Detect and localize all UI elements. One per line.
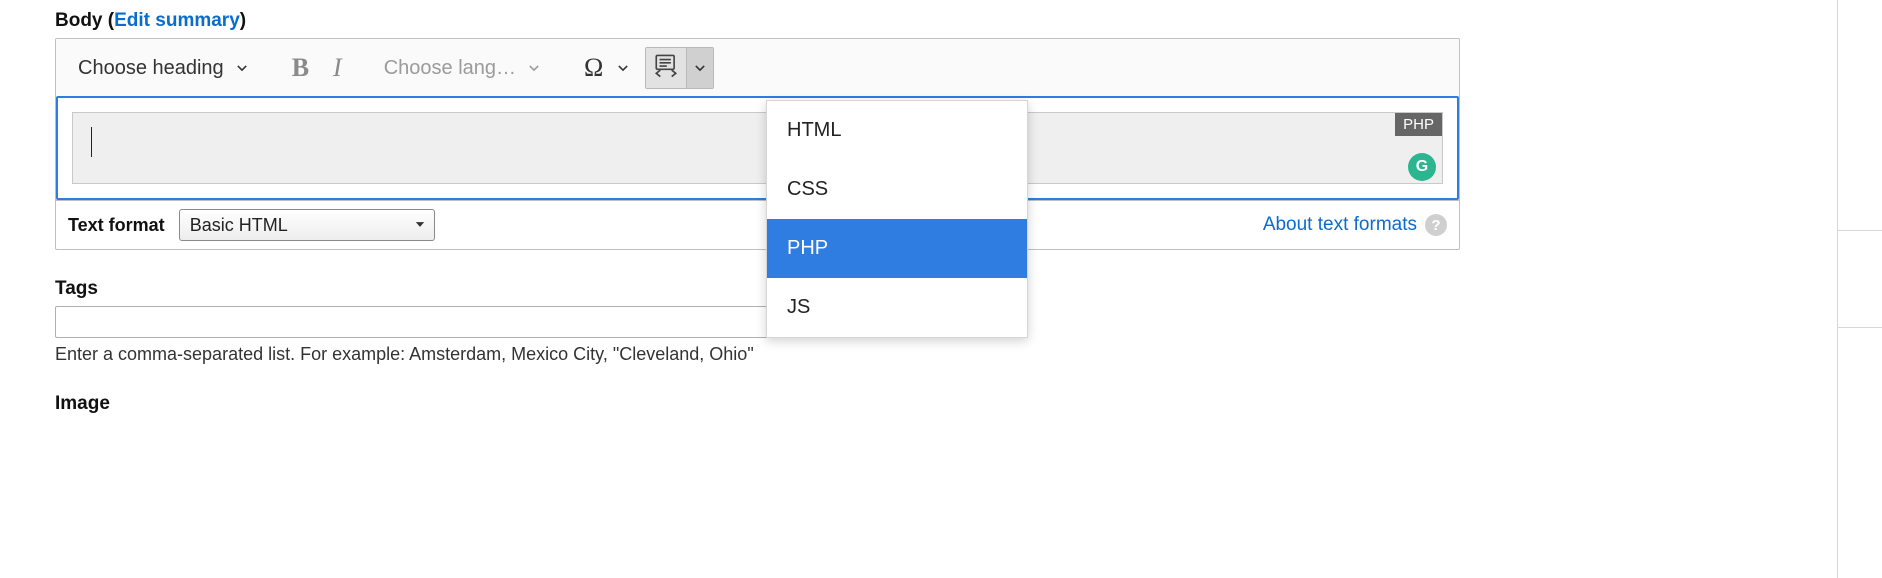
dropdown-option-js[interactable]: JS — [767, 278, 1027, 337]
code-block[interactable]: PHP G — [72, 112, 1443, 184]
editor-content-area[interactable]: PHP G — [56, 96, 1459, 200]
chevron-down-icon — [692, 60, 708, 76]
text-format-select-value: Basic HTML — [190, 215, 288, 236]
special-char-dropdown[interactable]: Ω — [574, 48, 641, 88]
grammarly-icon[interactable]: G — [1408, 153, 1436, 181]
body-label-text: Body — [55, 10, 103, 31]
dropdown-option-html[interactable]: HTML — [767, 101, 1027, 160]
editor-container: Choose heading B I Choose lang… — [55, 38, 1460, 201]
italic-icon: I — [333, 53, 342, 83]
italic-button[interactable]: I — [323, 48, 352, 88]
edit-summary-link[interactable]: Edit summary — [114, 10, 240, 31]
about-text-formats-link[interactable]: About text formats ? — [1263, 214, 1447, 236]
bold-button[interactable]: B — [282, 48, 319, 88]
chevron-down-icon — [234, 60, 250, 76]
language-dropdown-label: Choose lang… — [384, 57, 516, 80]
heading-dropdown-label: Choose heading — [78, 57, 224, 80]
code-snippet-dropdown-arrow[interactable] — [686, 48, 713, 88]
code-lang-badge: PHP — [1395, 113, 1442, 136]
text-format-row: Text format Basic HTML About text format… — [55, 200, 1460, 250]
dropdown-option-css[interactable]: CSS — [767, 160, 1027, 219]
dropdown-option-php[interactable]: PHP — [767, 219, 1027, 278]
code-snippet-button[interactable] — [646, 48, 686, 88]
code-snippet-split-button — [645, 47, 714, 89]
help-icon: ? — [1425, 214, 1447, 236]
body-field-label: Body (Edit summary) — [55, 10, 1460, 32]
language-dropdown[interactable]: Choose lang… — [374, 48, 552, 88]
tags-help-text: Enter a comma-separated list. For exampl… — [55, 344, 1460, 365]
about-text-formats-label: About text formats — [1263, 214, 1417, 236]
chevron-down-icon — [615, 60, 631, 76]
omega-icon: Ω — [584, 53, 605, 83]
bold-icon: B — [292, 53, 309, 83]
code-language-dropdown: HTML CSS PHP JS — [766, 100, 1028, 338]
text-cursor — [91, 127, 92, 157]
chevron-down-icon — [526, 60, 542, 76]
select-arrow-icon — [414, 215, 426, 236]
text-format-label: Text format — [68, 215, 165, 236]
right-sidebar-rails — [1837, 0, 1882, 576]
text-format-select[interactable]: Basic HTML — [179, 209, 435, 241]
code-snippet-icon — [653, 53, 679, 84]
editor-toolbar: Choose heading B I Choose lang… — [56, 39, 1459, 97]
tags-field-label: Tags — [55, 278, 1460, 300]
image-field-label: Image — [55, 393, 1460, 415]
heading-dropdown[interactable]: Choose heading — [68, 48, 260, 88]
